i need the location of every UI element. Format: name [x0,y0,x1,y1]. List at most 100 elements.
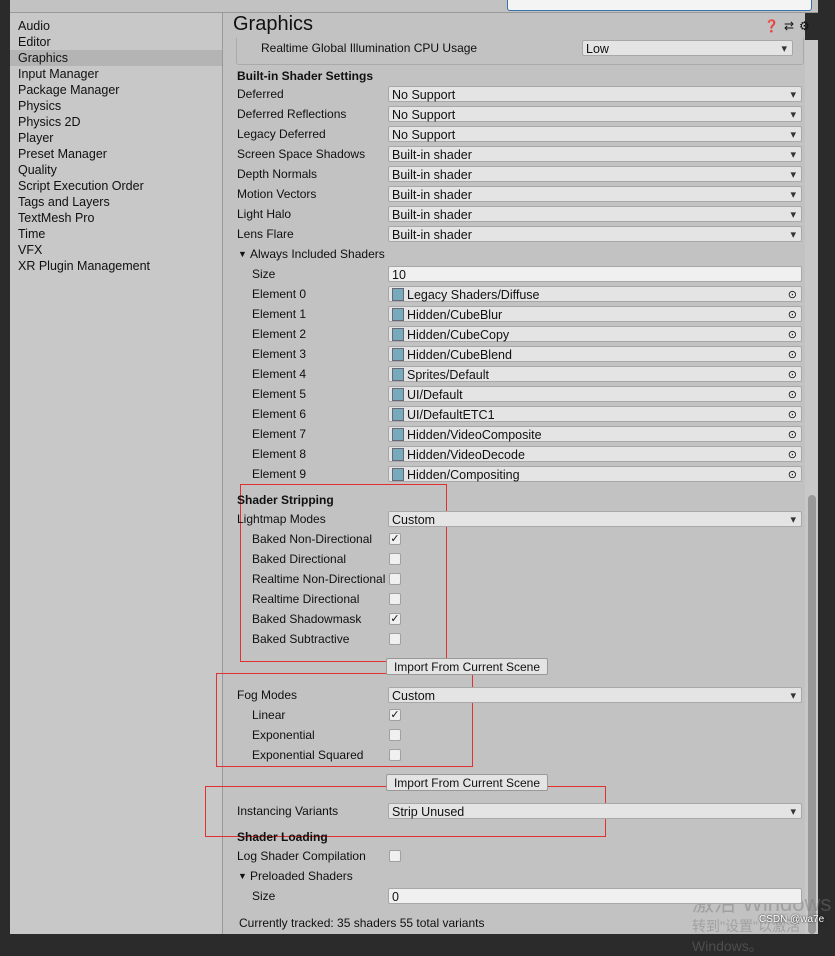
checkbox[interactable] [389,573,401,585]
element-label: Element 3 [252,347,307,361]
shader-icon [392,328,404,341]
sidebar-item-preset-manager[interactable]: Preset Manager [10,146,222,162]
sidebar-item-quality[interactable]: Quality [10,162,222,178]
shader-object-field[interactable]: Hidden/VideoComposite [388,426,802,443]
checkbox[interactable] [389,633,401,645]
shader-object-field[interactable]: Hidden/Compositing [388,466,802,483]
sidebar-item-vfx[interactable]: VFX [10,242,222,258]
sidebar-item-input-manager[interactable]: Input Manager [10,66,222,82]
section-heading: Shader Stripping [237,493,334,507]
checkbox[interactable] [389,850,401,862]
gear-icon[interactable]: ⚙ [799,19,815,33]
shader-name: UI/Default [407,388,463,402]
size-input[interactable]: 0 [388,888,802,904]
preset-icon[interactable]: ⇄ [784,19,799,33]
field-label: Legacy Deferred [237,127,326,141]
checkbox[interactable] [389,729,401,741]
shader-icon [392,348,404,361]
tracked-status: Currently tracked: 35 shaders 55 total v… [239,916,485,930]
field-label: Motion Vectors [237,187,317,201]
checkbox-label: Baked Directional [252,552,347,566]
sidebar-item-tags-and-layers[interactable]: Tags and Layers [10,194,222,210]
shader-name: Hidden/VideoDecode [407,448,525,462]
section-heading: Built-in Shader Settings [237,69,374,83]
sidebar-item-graphics[interactable]: Graphics [10,50,222,66]
element-label: Element 1 [252,307,307,321]
sidebar-item-package-manager[interactable]: Package Manager [10,82,222,98]
size-label: Size [252,889,276,903]
foldout-arrow-icon[interactable]: ▼ [238,245,247,263]
sidebar-item-physics[interactable]: Physics [10,98,222,114]
field-label: Instancing Variants [237,804,339,818]
shader-dropdown[interactable]: Built-in shader [388,226,802,243]
shader-object-field[interactable]: UI/Default [388,386,802,403]
sidebar-item-xr-plugin-management[interactable]: XR Plugin Management [10,258,222,274]
checkbox-label: Exponential [252,728,315,742]
sidebar-item-player[interactable]: Player [10,130,222,146]
shader-name: Sprites/Default [407,368,489,382]
checkbox-label: Baked Subtractive [252,632,350,646]
preloaded-foldout: Preloaded Shaders [250,869,353,883]
import-from-scene-button[interactable]: Import From Current Scene [386,658,548,675]
shader-dropdown[interactable]: No Support [388,126,802,143]
shader-dropdown[interactable]: No Support [388,106,802,123]
sidebar-item-editor[interactable]: Editor [10,34,222,50]
shader-dropdown[interactable]: Built-in shader [388,206,802,223]
shader-icon [392,448,404,461]
size-input[interactable]: 10 [388,266,802,282]
scrollbar-thumb[interactable] [808,495,816,934]
sidebar-item-time[interactable]: Time [10,226,222,242]
sidebar-item-script-execution-order[interactable]: Script Execution Order [10,178,222,194]
shader-dropdown[interactable]: Built-in shader [388,186,802,203]
search-input[interactable] [507,0,812,11]
field-label: Deferred Reflections [237,107,347,121]
shader-object-field[interactable]: UI/DefaultETC1 [388,406,802,423]
import-from-scene-button[interactable]: Import From Current Scene [386,774,548,791]
foldout-arrow-icon[interactable]: ▼ [238,867,247,885]
element-label: Element 5 [252,387,307,401]
sidebar-item-physics-2d[interactable]: Physics 2D [10,114,222,130]
checkbox[interactable]: ✓ [389,533,401,545]
checkbox-label: Realtime Directional [252,592,360,606]
field-label: Deferred [237,87,284,101]
shader-dropdown[interactable]: Built-in shader [388,166,802,183]
shader-name: Hidden/VideoComposite [407,428,542,442]
field-label: Lightmap Modes [237,512,326,526]
shader-dropdown[interactable]: No Support [388,86,802,103]
shader-name: Hidden/CubeBlur [407,308,503,322]
field-label: Screen Space Shadows [237,147,366,161]
section-heading: Shader Loading [237,830,328,844]
checkbox[interactable]: ✓ [389,709,401,721]
shader-object-field[interactable]: Hidden/CubeBlend [388,346,802,363]
shader-object-field[interactable]: Sprites/Default [388,366,802,383]
size-label: Size [252,267,276,281]
element-label: Element 7 [252,427,307,441]
shader-name: Legacy Shaders/Diffuse [407,288,540,302]
shader-object-field[interactable]: Hidden/CubeBlur [388,306,802,323]
checkbox[interactable] [389,749,401,761]
fog-modes-dropdown[interactable]: Custom [388,687,802,704]
checkbox-label: Baked Shadowmask [252,612,362,626]
help-icon[interactable]: ❓ [764,19,784,33]
shader-icon [392,428,404,441]
checkbox-label: Exponential Squared [252,748,364,762]
shader-icon [392,288,404,301]
gi-dropdown[interactable]: Low [582,40,793,57]
shader-object-field[interactable]: Hidden/CubeCopy [388,326,802,343]
lightmap-modes-dropdown[interactable]: Custom [388,511,802,528]
sidebar-item-textmesh-pro[interactable]: TextMesh Pro [10,210,222,226]
shader-object-field[interactable]: Hidden/VideoDecode [388,446,802,463]
checkbox[interactable] [389,593,401,605]
shader-name: UI/DefaultETC1 [407,408,495,422]
sidebar-item-audio[interactable]: Audio [10,18,222,34]
shader-name: Hidden/CubeBlend [407,348,512,362]
instancing-variants-dropdown[interactable]: Strip Unused [388,803,802,820]
shader-icon [392,408,404,421]
shader-object-field[interactable]: Legacy Shaders/Diffuse [388,286,802,303]
shader-dropdown[interactable]: Built-in shader [388,146,802,163]
shader-name: Hidden/CubeCopy [407,328,510,342]
field-label: Light Halo [237,207,292,221]
checkbox[interactable]: ✓ [389,613,401,625]
checkbox[interactable] [389,553,401,565]
shader-icon [392,368,404,381]
